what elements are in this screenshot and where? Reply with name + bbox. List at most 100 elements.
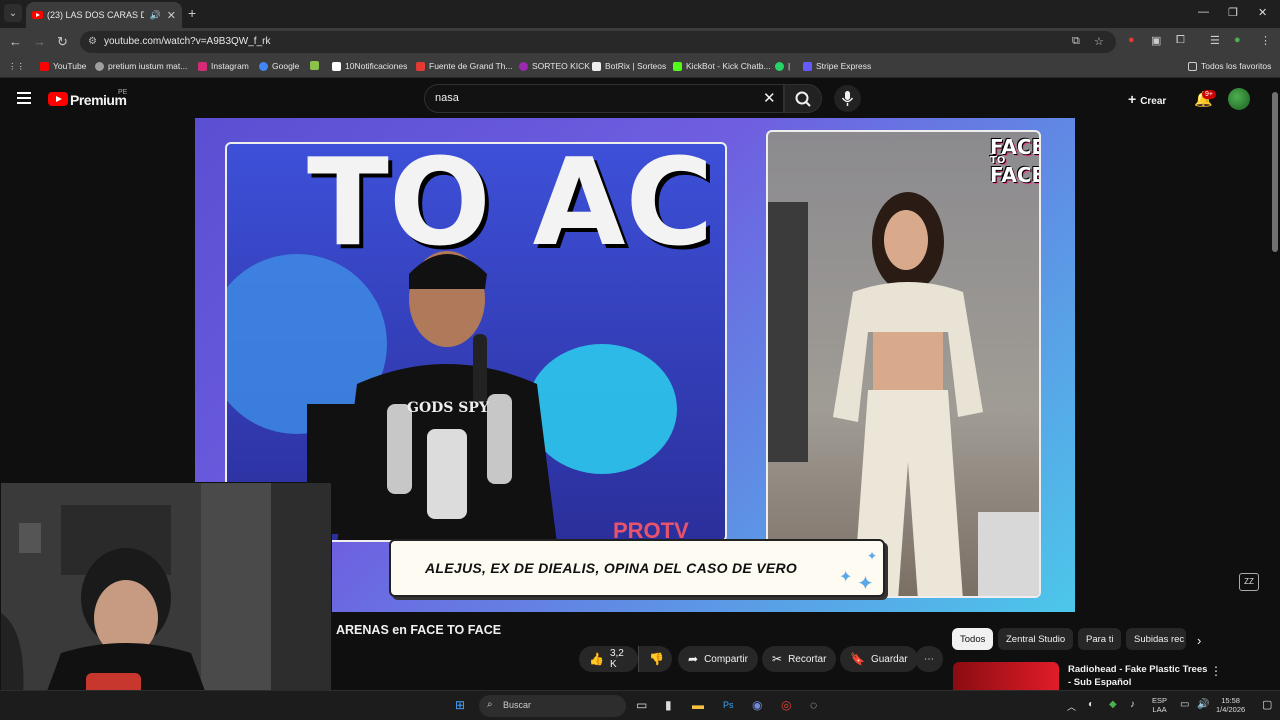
- share-button[interactable]: ➦ Compartir: [678, 646, 758, 672]
- url-text[interactable]: youtube.com/watch?v=A9B3QW_f_rk: [104, 36, 270, 47]
- discord-icon[interactable]: ◉: [752, 698, 762, 712]
- kickbot-icon: [673, 61, 682, 71]
- restore-button[interactable]: ❐: [1228, 6, 1238, 19]
- bookmark-whatsapp[interactable]: |: [775, 61, 790, 71]
- account-avatar[interactable]: [1228, 88, 1250, 110]
- save-button[interactable]: 🔖 Guardar: [840, 646, 918, 672]
- like-button[interactable]: 👍 3,2 K: [579, 646, 638, 672]
- search-input-value[interactable]: nasa: [435, 92, 459, 104]
- plus-icon: +: [1128, 91, 1137, 107]
- bookmark-unnamed[interactable]: [310, 61, 323, 70]
- clock[interactable]: 15:58 1/4/2026: [1216, 696, 1245, 714]
- volume-icon[interactable]: 🔊: [1197, 699, 1209, 710]
- windows-start-icon[interactable]: ⊞: [455, 698, 465, 712]
- chip-todos[interactable]: Todos: [952, 628, 994, 650]
- task-view-icon[interactable]: ▭: [636, 698, 647, 712]
- youtube-logo-icon[interactable]: [48, 92, 68, 106]
- recommended-title[interactable]: Radiohead - Fake Plastic Trees - Sub Esp…: [1068, 663, 1208, 689]
- app-icon[interactable]: ▮: [665, 698, 672, 712]
- minimize-button[interactable]: —: [1198, 6, 1209, 18]
- bookmark-google[interactable]: Google: [259, 61, 299, 71]
- network-icon[interactable]: ▭: [1180, 699, 1189, 710]
- video-caption-text: ALEJUS, EX DE DIEALIS, OPINA DEL CASO DE…: [425, 560, 798, 576]
- search-input[interactable]: nasa ✕: [424, 84, 784, 113]
- bookmark-kickbot[interactable]: KickBot - Kick Chatb...: [673, 61, 771, 71]
- active-tab[interactable]: (23) LAS DOS CARAS DE LA 🔊 ✕: [26, 2, 182, 28]
- new-tab-button[interactable]: +: [188, 5, 196, 21]
- sparkle-icon: ✦: [839, 569, 853, 586]
- tray-mic-icon[interactable]: ♪: [1130, 699, 1135, 710]
- address-bar[interactable]: ⚙ youtube.com/watch?v=A9B3QW_f_rk ⧉ ☆: [80, 31, 1116, 53]
- bookmark-pretium[interactable]: pretium iustum mat...: [95, 61, 187, 71]
- voice-search-button[interactable]: [834, 85, 861, 112]
- all-bookmarks-folder[interactable]: Todos los favoritos: [1188, 61, 1271, 71]
- photoshop-icon[interactable]: Ps: [723, 700, 734, 710]
- browser-tab-strip: ⌄ (23) LAS DOS CARAS DE LA 🔊 ✕ + — ❐ ✕: [0, 0, 1280, 28]
- bookmark-grand-theft[interactable]: Fuente de Grand Th...: [416, 61, 512, 71]
- back-arrow-icon[interactable]: ←: [9, 34, 22, 49]
- bookmark-sorteo-kick[interactable]: SORTEO KICK: [519, 61, 590, 71]
- language-indicator[interactable]: ESP LAA: [1152, 696, 1167, 714]
- app-icon[interactable]: ◌: [810, 698, 817, 712]
- profile-icon[interactable]: ●: [1234, 34, 1241, 46]
- site-info-icon[interactable]: ⚙: [88, 36, 97, 47]
- f-icon: [416, 61, 425, 71]
- taskbar-search[interactable]: ⌕ Buscar: [479, 695, 626, 717]
- tab-search-button[interactable]: ⌄: [4, 4, 22, 22]
- forward-arrow-icon[interactable]: →: [33, 34, 46, 49]
- bookmark-botrix[interactable]: BotRix | Sorteos: [592, 61, 666, 71]
- tray-app-icon[interactable]: ◐: [1088, 699, 1094, 710]
- more-actions-button[interactable]: ⋯: [915, 646, 943, 672]
- recommended-thumbnail[interactable]: [953, 662, 1059, 692]
- channel-watermark-icon[interactable]: ZZ: [1239, 573, 1259, 591]
- search-button[interactable]: [784, 84, 822, 113]
- shirt-text: GODS SPY: [407, 400, 489, 416]
- video-caption-banner: ALEJUS, EX DE DIEALIS, OPINA DEL CASO DE…: [389, 539, 885, 597]
- chip-subidas-recientes[interactable]: Subidas rec: [1126, 628, 1186, 650]
- more-horizontal-icon: ⋯: [924, 653, 934, 665]
- thumbs-up-icon: 👍: [589, 652, 604, 666]
- clear-search-icon[interactable]: ✕: [763, 89, 776, 107]
- search-icon: ⌕: [487, 699, 493, 710]
- taskbar-search-placeholder: Buscar: [503, 700, 532, 710]
- tab-close-icon[interactable]: ✕: [167, 9, 176, 22]
- guest-figure: [768, 192, 1039, 596]
- bookmark-instagram[interactable]: Instagram: [198, 61, 249, 71]
- cast-icon[interactable]: ⧉: [1072, 35, 1080, 48]
- chip-zentral-studio[interactable]: Zentral Studio: [998, 628, 1074, 650]
- reload-icon[interactable]: ↻: [57, 34, 68, 50]
- bookmark-10notificaciones[interactable]: 10Notificaciones: [332, 61, 407, 71]
- x-icon: [332, 61, 341, 71]
- chrome-icon[interactable]: ◎: [781, 698, 791, 712]
- notifications-badge: 9+: [1202, 90, 1216, 99]
- tray-overflow-icon[interactable]: ︿: [1067, 700, 1076, 713]
- extension-red-icon[interactable]: ●: [1128, 34, 1135, 46]
- chrome-menu-icon[interactable]: ⋮: [1260, 34, 1271, 47]
- notification-center-icon[interactable]: ▢: [1262, 698, 1272, 711]
- tab-title: (23) LAS DOS CARAS DE LA: [47, 10, 144, 20]
- menu-hamburger-icon[interactable]: [17, 92, 31, 104]
- tray-shield-icon[interactable]: ◆: [1109, 699, 1117, 710]
- bookmark-stripe[interactable]: Stripe Express: [803, 61, 871, 71]
- file-explorer-icon[interactable]: ▬: [692, 698, 704, 712]
- video-right-panel: FACE TO FACE: [766, 130, 1041, 598]
- bookmark-youtube[interactable]: YouTube: [40, 61, 86, 71]
- more-vertical-icon[interactable]: ⋮: [1210, 664, 1222, 678]
- close-window-button[interactable]: ✕: [1258, 6, 1267, 19]
- clip-button[interactable]: ✂ Recortar: [762, 646, 837, 672]
- chevron-right-icon[interactable]: ›: [1197, 633, 1201, 648]
- reading-list-icon[interactable]: ☰: [1210, 34, 1220, 47]
- share-arrow-icon: ➦: [688, 652, 699, 666]
- apps-grid-icon[interactable]: ⋮⋮: [8, 61, 25, 72]
- speaker-icon[interactable]: 🔊: [150, 10, 161, 21]
- bookmark-icon: 🔖: [850, 652, 865, 666]
- google-icon: [259, 61, 268, 71]
- extension-box-icon[interactable]: ▣: [1151, 34, 1161, 47]
- dislike-button[interactable]: 👎: [638, 646, 672, 672]
- extensions-puzzle-icon[interactable]: ⧠: [1176, 34, 1185, 47]
- chip-para-ti[interactable]: Para ti: [1078, 628, 1122, 650]
- browser-toolbar: ← → ↻ ⚙ youtube.com/watch?v=A9B3QW_f_rk …: [0, 28, 1280, 56]
- page-scrollbar[interactable]: [1272, 92, 1278, 252]
- bookmark-star-icon[interactable]: ☆: [1094, 35, 1104, 48]
- create-button[interactable]: + Crear: [1128, 91, 1166, 107]
